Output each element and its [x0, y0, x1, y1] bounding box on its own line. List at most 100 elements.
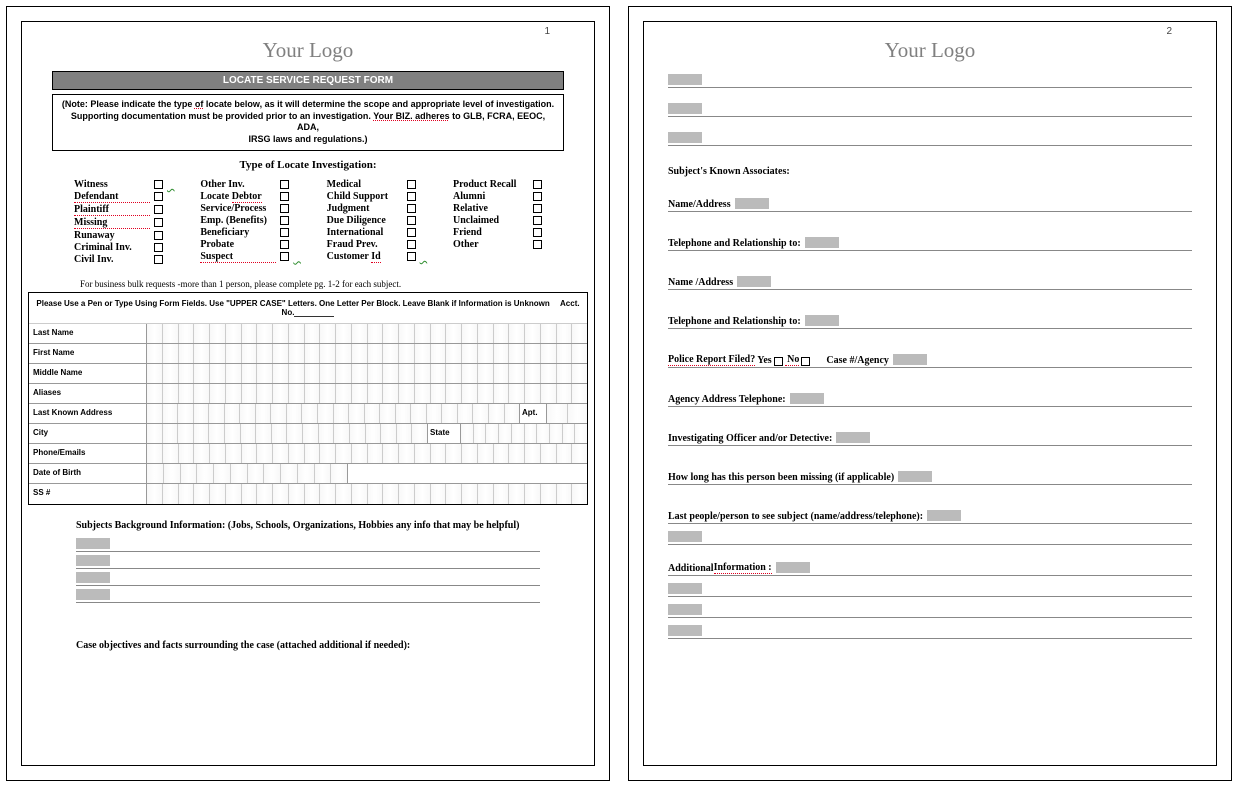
checkbox-witness[interactable]	[154, 180, 163, 189]
assoc-tel-1[interactable]: Telephone and Relationship to:	[668, 228, 1192, 251]
assoc-heading: Subject's Known Associates:	[668, 166, 1192, 177]
row-ssn: SS #	[29, 484, 587, 504]
checkbox-judgment[interactable]	[407, 204, 416, 213]
checkbox-criminal[interactable]	[154, 243, 163, 252]
addl-line-3[interactable]	[668, 601, 1192, 618]
checkbox-beneficiary[interactable]	[280, 228, 289, 237]
type-emp: Emp. (Benefits)	[200, 215, 276, 226]
row-lastname: Last Name	[29, 324, 587, 344]
checkbox-plaintiff[interactable]	[154, 205, 163, 214]
label-tel-rel-2: Telephone and Relationship to:	[668, 316, 801, 327]
addl-line-4[interactable]	[668, 622, 1192, 639]
checkbox-yes[interactable]	[774, 357, 783, 366]
checkbox-dd[interactable]	[407, 216, 416, 225]
note-line2a: Supporting documentation must be provide…	[71, 111, 373, 121]
row-addr: Last Known Address Apt.	[29, 404, 587, 424]
checkbox-suspect[interactable]	[280, 252, 289, 261]
label-phone: Phone/Emails	[29, 444, 147, 463]
last-seen-line-2[interactable]	[668, 528, 1192, 545]
checkbox-intl[interactable]	[407, 228, 416, 237]
type-child: Child Support	[327, 191, 403, 202]
checkbox-relative[interactable]	[533, 204, 542, 213]
type-dd: Due Diligence	[327, 215, 403, 226]
police-line[interactable]: Police Report Filed? Yes No Case #/Agenc…	[668, 345, 1192, 368]
missing-line[interactable]: How long has this person been missing (i…	[668, 462, 1192, 485]
checkbox-civil[interactable]	[154, 255, 163, 264]
addl-line-2[interactable]	[668, 580, 1192, 597]
assoc-name-2[interactable]: Name /Address	[668, 267, 1192, 290]
type-recall: Product Recall	[453, 179, 529, 190]
cells-dob-blank	[347, 464, 587, 483]
label-tel-rel-1: Telephone and Relationship to:	[668, 238, 801, 249]
checkbox-defendant[interactable]	[154, 192, 163, 201]
cells-addr[interactable]	[147, 404, 519, 423]
checkbox-fraud[interactable]	[407, 240, 416, 249]
label-apt: Apt.	[519, 404, 547, 423]
assoc-tel-2[interactable]: Telephone and Relationship to:	[668, 306, 1192, 329]
label-city: City	[29, 424, 147, 443]
p2-top-line-3[interactable]	[668, 129, 1192, 146]
checkbox-custid[interactable]	[407, 252, 416, 261]
bg-info-heading: Subjects Background Information: (Jobs, …	[76, 519, 540, 532]
label-ssn: SS #	[29, 484, 147, 504]
checkbox-child[interactable]	[407, 192, 416, 201]
cells-middle[interactable]	[147, 364, 587, 383]
case-obj-heading: Case objectives and facts surrounding th…	[76, 639, 540, 652]
addl-line[interactable]: Additional Information :	[668, 553, 1192, 576]
checkbox-friend[interactable]	[533, 228, 542, 237]
checkbox-emp[interactable]	[280, 216, 289, 225]
type-beneficiary: Beneficiary	[200, 227, 276, 238]
last-seen-line[interactable]: Last people/person to see subject (name/…	[668, 501, 1192, 524]
cells-city[interactable]	[147, 424, 427, 443]
bg-line-4[interactable]	[76, 589, 540, 603]
gray-field-icon	[668, 531, 702, 542]
assoc-name-1[interactable]: Name/Address	[668, 189, 1192, 212]
checkbox-unclaimed[interactable]	[533, 216, 542, 225]
gray-field-icon	[76, 555, 110, 566]
cells-dob[interactable]	[147, 464, 347, 483]
bg-line-1[interactable]	[76, 538, 540, 552]
checkbox-medical[interactable]	[407, 180, 416, 189]
checkbox-otherinv[interactable]	[280, 180, 289, 189]
cells-state[interactable]	[461, 424, 587, 443]
bg-line-3[interactable]	[76, 572, 540, 586]
label-no: No	[785, 354, 800, 366]
instr-text: Please Use a Pen or Type Using Form Fiel…	[36, 299, 549, 308]
cells-phone[interactable]	[147, 444, 587, 463]
note-line1a: (Note: Please indicate the type	[62, 99, 195, 109]
label-police: Police Report Filed?	[668, 354, 755, 366]
checkbox-alumni[interactable]	[533, 192, 542, 201]
gray-field-icon	[668, 132, 702, 143]
cells-apt[interactable]	[547, 404, 587, 423]
page-1: 1 Your Logo LOCATE SERVICE REQUEST FORM …	[6, 6, 610, 781]
checkbox-other[interactable]	[533, 240, 542, 249]
type-defendant: Defendant	[74, 191, 150, 203]
p2-top-line-1[interactable]	[668, 71, 1192, 88]
p2-top-line-2[interactable]	[668, 100, 1192, 117]
type-heading: Type of Locate Investigation:	[46, 159, 570, 171]
cells-lastname[interactable]	[147, 324, 587, 343]
bg-line-2[interactable]	[76, 555, 540, 569]
gray-field-icon	[668, 103, 702, 114]
acct-blank[interactable]	[294, 316, 334, 317]
cells-ssn[interactable]	[147, 484, 587, 504]
label-name-addr-2: Name /Address	[668, 277, 733, 288]
officer-line[interactable]: Investigating Officer and/or Detective:	[668, 423, 1192, 446]
cells-aliases[interactable]	[147, 384, 587, 403]
checkbox-probate[interactable]	[280, 240, 289, 249]
type-col-2: Other Inv. Locate Debtor Service/Process…	[200, 179, 301, 265]
page-2-content: 2 Your Logo Subject's Known Associates: …	[643, 21, 1217, 766]
agency-line[interactable]: Agency Address Telephone:	[668, 384, 1192, 407]
checkbox-debtor[interactable]	[280, 192, 289, 201]
checkbox-recall[interactable]	[533, 180, 542, 189]
checkbox-no[interactable]	[801, 357, 810, 366]
checkbox-runaway[interactable]	[154, 231, 163, 240]
type-grid: Witness Defendant Plaintiff Missing Runa…	[46, 179, 570, 265]
type-suspect: Suspect	[200, 251, 276, 263]
gray-field-icon	[668, 74, 702, 85]
cells-firstname[interactable]	[147, 344, 587, 363]
checkbox-missing[interactable]	[154, 218, 163, 227]
checkbox-service[interactable]	[280, 204, 289, 213]
note-line1c: locate below, as it will determine the s…	[203, 99, 554, 109]
type-unclaimed: Unclaimed	[453, 215, 529, 226]
